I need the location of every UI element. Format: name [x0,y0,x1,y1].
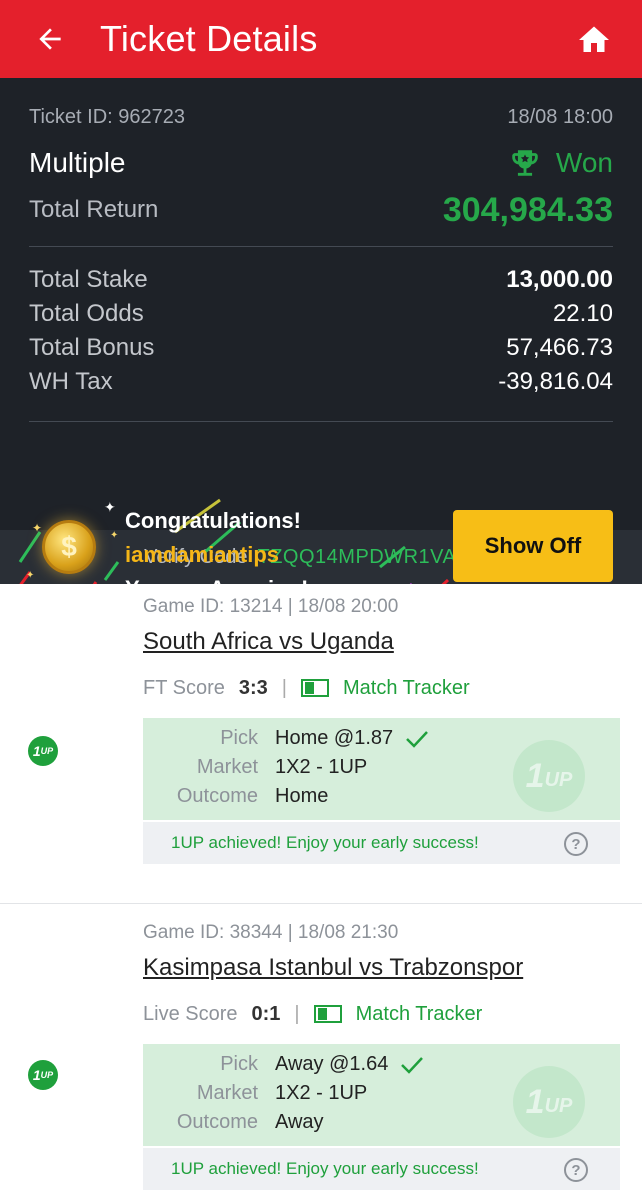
financial-breakdown: Total Stake 13,000.00 Total Odds 22.10 T… [29,247,613,409]
odds-label: Total Odds [29,300,144,327]
game-card: 1 UP Game ID: 38344 | 18/08 21:30 Kasimpa… [0,904,642,1200]
tracker-label: Match Tracker [342,676,470,699]
pick-details: Pick Home @1.87 Market 1X2 - 1UP Outcome… [143,718,620,820]
achievement-banner: 1UP achieved! Enjoy your early success! … [143,822,620,864]
badge-num: 1 [32,743,41,759]
odds-value: 22.10 [552,300,613,327]
odds-row: Total Odds 22.10 [29,297,613,331]
achievement-banner: 1UP achieved! Enjoy your early success! … [143,1148,620,1190]
flag-icon [313,1005,342,1023]
one-up-watermark-icon: 1 UP [513,1066,585,1138]
market-label: Market [196,1082,258,1104]
check-icon [406,730,429,748]
page-title: Ticket Details [100,18,318,59]
tax-row: WH Tax -39,816.04 [29,365,613,399]
ticket-datetime: 18/08 18:00 [507,105,613,128]
pick-label: Pick [220,1053,258,1075]
app-header: Ticket Details [0,0,642,78]
score-value: 3:3 [238,676,268,699]
bonus-value: 57,466.73 [506,334,613,361]
tracker-label: Match Tracker [355,1002,483,1025]
tax-value: -39,816.04 [498,368,613,395]
watermark-num: 1 [525,756,545,795]
total-return-label: Total Return [29,196,159,223]
show-off-button[interactable]: Show Off [453,510,613,582]
outcome-label: Outcome [176,785,258,807]
game-meta: Game ID: 38344 | 18/08 21:30 [143,922,399,943]
ticket-id: Ticket ID: 962723 [29,105,186,128]
question-icon[interactable]: ? [564,1158,588,1182]
pick-value: Away @1.64 [275,1053,424,1076]
svg-text:✦: ✦ [32,521,42,535]
badge-text: UP [40,1070,54,1080]
pick-label: Pick [220,727,258,749]
market-value: 1X2 - 1UP [275,756,368,778]
home-icon[interactable] [576,22,612,58]
game-card: 1 UP Game ID: 13214 | 18/08 20:00 South A… [0,584,642,904]
divider [29,421,613,422]
achievement-text: 1UP achieved! Enjoy your early success! [171,833,479,852]
score-value: 0:1 [251,1002,281,1025]
score-label: Live Score [143,1002,238,1025]
status-text: Won [555,147,613,178]
match-title-link[interactable]: Kasimpasa Istanbul vs Trabzonspor [143,954,620,988]
bonus-row: Total Bonus 57,466.73 [29,331,613,365]
one-up-badge-icon: 1 UP [28,1060,58,1090]
bonus-label: Total Bonus [29,334,155,361]
pick-details: Pick Away @1.64 Market 1X2 - 1UP Outcome… [143,1044,620,1146]
market-value: 1X2 - 1UP [275,1082,368,1104]
check-icon [401,1056,424,1074]
svg-text:✦: ✦ [110,530,118,541]
score-row: Live Score 0:1 | Match Tracker [143,998,620,1030]
market-label: Market [196,756,258,778]
stake-label: Total Stake [29,266,148,293]
pick-value: Home @1.87 [275,727,429,750]
score-row: FT Score 3:3 | Match Tracker [143,672,620,704]
outcome-value: Away [275,1111,324,1133]
pick-text: Home @1.87 [275,727,394,749]
watermark-text: UP [544,768,573,791]
flag-icon [300,679,329,697]
trophy-icon [512,150,538,176]
ticket-summary: Ticket ID: 962723 18/08 18:00 Multiple W… [0,78,642,608]
watermark-text: UP [544,1094,573,1117]
total-return-value: 304,984.33 [442,190,613,229]
one-up-watermark-icon: 1 UP [513,740,585,812]
separator: | [294,1002,300,1025]
pick-text: Away @1.64 [275,1053,389,1075]
outcome-label: Outcome [176,1111,258,1133]
status-badge: Won [508,146,613,180]
stake-value: 13,000.00 [506,266,613,293]
tax-label: WH Tax [29,368,113,395]
svg-text:✦: ✦ [26,570,34,581]
match-title-link[interactable]: South Africa vs Uganda [143,628,620,662]
stake-row: Total Stake 13,000.00 [29,263,613,297]
badge-text: UP [40,746,54,756]
match-tracker-link[interactable]: Match Tracker [300,676,470,700]
game-meta: Game ID: 13214 | 18/08 20:00 [143,596,399,617]
question-icon[interactable]: ? [564,832,588,856]
congrats-line: Congratulations! [125,508,301,533]
score-label: FT Score [143,676,225,699]
match-tracker-link[interactable]: Match Tracker [313,1002,483,1026]
one-up-badge-icon: 1 UP [28,736,58,766]
achievement-text: 1UP achieved! Enjoy your early success! [171,1159,479,1178]
svg-text:✦: ✦ [104,499,116,515]
coin-icon: $ [42,520,96,574]
watermark-num: 1 [525,1082,545,1121]
bet-type: Multiple [29,147,126,178]
badge-num: 1 [32,1067,41,1083]
outcome-value: Home [275,785,329,807]
back-button[interactable] [0,0,100,78]
username: iamdamiantips [125,542,280,567]
separator: | [281,676,287,699]
arrow-left-icon [39,28,61,50]
